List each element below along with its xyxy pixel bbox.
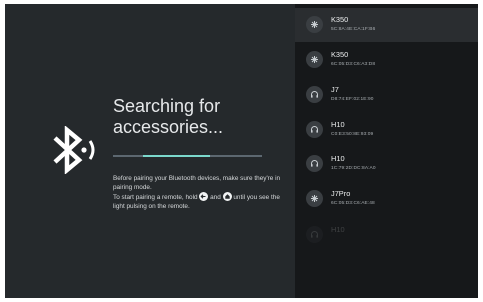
pairing-screen: Searching for accessories... Before pair… — [5, 4, 478, 298]
device-list: K350 5C:8A:4E:CA:1F:B6 K350 6C:05:D3:C6:A3:… — [295, 4, 478, 298]
instructions-and: and — [210, 194, 221, 201]
device-item[interactable]: H10 — [295, 218, 478, 252]
device-item[interactable]: J7 D8:74:EF:02:1E:90 — [295, 78, 478, 112]
home-icon — [222, 192, 232, 201]
instructions-part-1: To start pairing a remote, hold — [113, 194, 198, 201]
device-item[interactable]: H10 C0:E3:50:8E:93:09 — [295, 113, 478, 147]
device-name: J7 — [331, 85, 339, 94]
device-item[interactable]: K350 6C:05:D3:C6:A3:D8 — [295, 43, 478, 77]
headphones-icon — [306, 86, 323, 103]
device-item[interactable]: J7Pro 6C:05:D3:C6:AE:48 — [295, 182, 478, 216]
device-name: K350 — [331, 50, 349, 59]
headphones-icon — [306, 121, 323, 138]
pairing-instructions: Before pairing your Bluetooth devices, m… — [113, 174, 285, 211]
device-address: 5C:8A:4E:CA:1F:B6 — [331, 27, 376, 32]
headphones-icon — [306, 226, 323, 243]
back-arrow-icon — [199, 192, 209, 201]
device-address: 6C:05:D3:C6:A3:D8 — [331, 62, 376, 67]
device-address: D8:74:EF:02:1E:90 — [331, 97, 374, 102]
device-name: H10 — [331, 120, 345, 129]
device-address: 6C:05:D3:C6:AE:48 — [331, 201, 375, 206]
device-address: 1C:79:2D:DC:8A:A0 — [331, 166, 376, 171]
keyboard-icon — [306, 16, 323, 33]
device-name: J7Pro — [331, 189, 351, 198]
search-progress-bar — [142, 155, 210, 157]
search-panel: Searching for accessories... Before pair… — [5, 4, 295, 298]
device-address: C0:E3:50:8E:93:09 — [331, 132, 374, 137]
headphones-icon — [306, 155, 323, 172]
instructions-line-2: To start pairing a remote, hold and unti… — [113, 192, 285, 211]
bluetooth-searching-icon — [53, 126, 95, 174]
device-name: H10 — [331, 154, 345, 163]
device-item[interactable]: K350 5C:8A:4E:CA:1F:B6 — [295, 8, 478, 42]
keyboard-icon — [306, 190, 323, 207]
instructions-line-1: Before pairing your Bluetooth devices, m… — [113, 175, 281, 191]
device-name: K350 — [331, 15, 349, 24]
device-name: H10 — [331, 225, 345, 234]
page-title: Searching for accessories... — [113, 96, 224, 137]
search-progress-track — [113, 155, 262, 157]
keyboard-icon — [306, 51, 323, 68]
device-item[interactable]: H10 1C:79:2D:DC:8A:A0 — [295, 147, 478, 181]
